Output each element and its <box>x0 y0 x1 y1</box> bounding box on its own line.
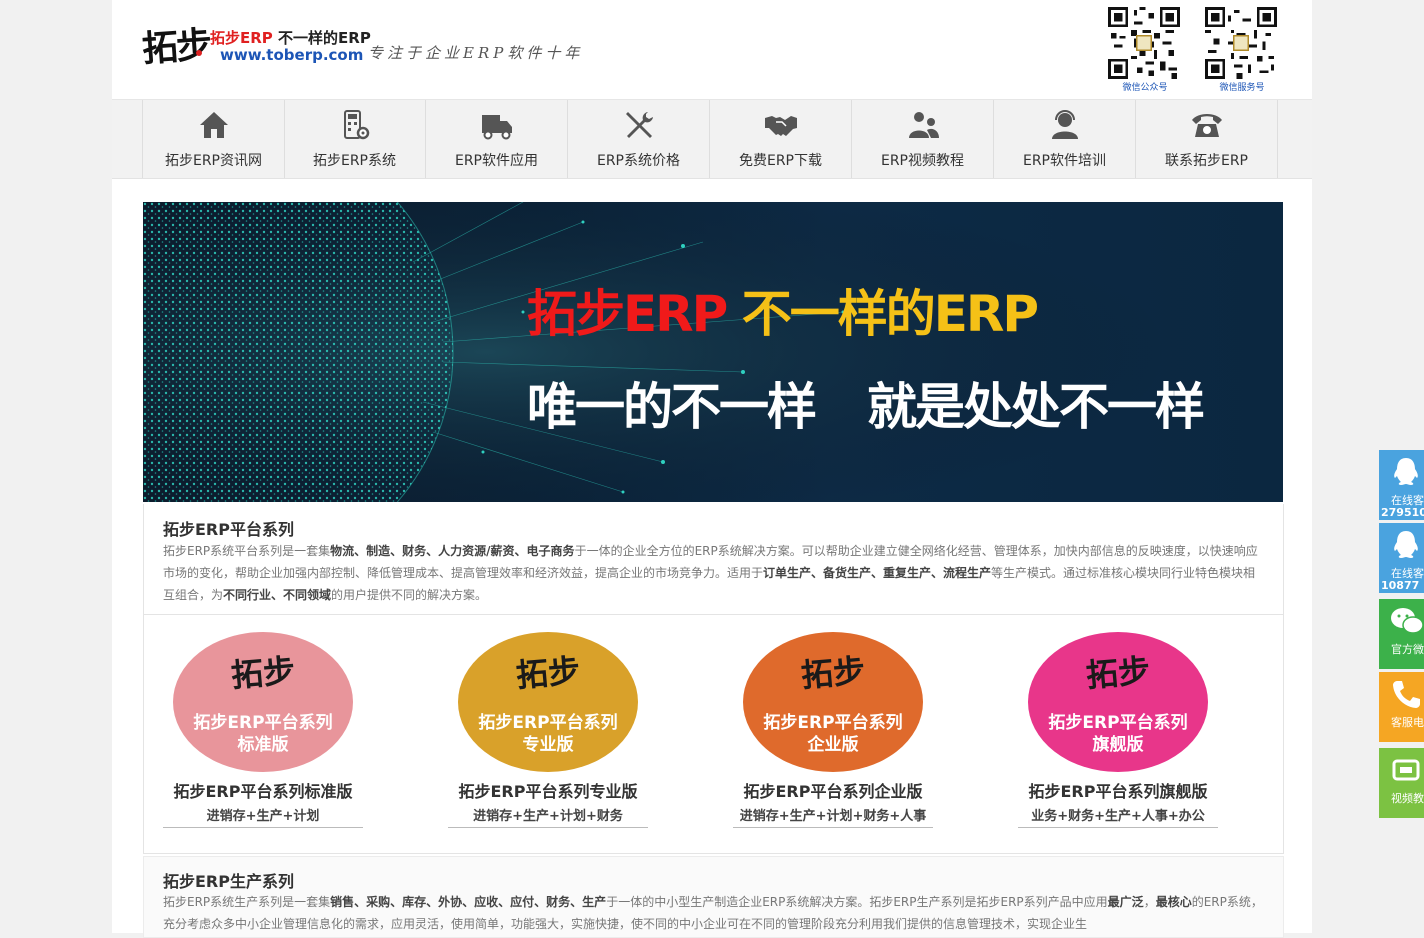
qq-icon <box>1394 531 1418 558</box>
float-qq-service-1[interactable]: 在线客 2795108 <box>1379 450 1424 520</box>
product-name[interactable]: 拓步ERP平台系列旗舰版 <box>1018 778 1218 802</box>
nav-label: ERP软件培训 <box>1022 153 1106 169</box>
handshake-icon <box>765 116 797 136</box>
brand-slogan-short: 不一样的ERP <box>272 29 371 47</box>
nav-label: 免费ERP下载 <box>738 153 822 169</box>
product-divider <box>448 827 648 828</box>
production-segment: 最广泛 <box>1107 895 1144 909</box>
brand-name: 拓步ERP <box>210 29 273 47</box>
qr-code-wechat-official <box>1108 7 1180 79</box>
float-service-phone[interactable]: 客服电 <box>1379 672 1424 742</box>
platform-series-title[interactable]: 拓步ERP平台系列 <box>163 516 294 540</box>
product-name[interactable]: 拓步ERP平台系列专业版 <box>448 778 648 802</box>
product-modules: 进销存+生产+计划+财务+人事 <box>739 809 927 824</box>
wechat-icon <box>1391 608 1423 634</box>
banner-sub-a: 唯一的不一样 <box>527 378 817 436</box>
nav-item-system[interactable]: 拓步ERP系统 <box>284 100 426 178</box>
platform-segment: 物流、制造、财务、人力资源/薪资、电子商务 <box>330 544 575 558</box>
nav-label: 拓步ERP系统 <box>312 153 396 169</box>
production-segment: 拓步ERP系统生产系列是一套集 <box>163 895 331 909</box>
site-header: 拓步 拓步ERP 不一样的ERP www.toberp.com 专注于企业ERP… <box>112 0 1312 100</box>
production-segment: 最核心 <box>1155 895 1192 909</box>
nav-item-news[interactable]: 拓步ERP资讯网 <box>142 100 285 178</box>
platform-series-description: 拓步ERP系统平台系列是一套集物流、制造、财务、人力资源/薪资、电子商务于一体的… <box>163 540 1263 606</box>
nav-label: 拓步ERP资讯网 <box>164 153 262 169</box>
nav-item-training[interactable]: ERP软件培训 <box>994 100 1136 178</box>
product-divider <box>1018 827 1218 828</box>
production-series-title[interactable]: 拓步ERP生产系列 <box>163 868 294 892</box>
production-segment: 于一体的中小型生产制造企业ERP系统解决方案。拓步ERP生产系列是拓步ERP系列… <box>606 895 1108 909</box>
platform-segment: 的用户提供不同的解决方案。 <box>331 588 488 602</box>
nav-item-application[interactable]: ERP软件应用 <box>426 100 568 178</box>
nav-item-video[interactable]: ERP视频教程 <box>852 100 994 178</box>
product-divider <box>163 827 363 828</box>
float-video-tutorial[interactable]: 视频教 <box>1379 748 1424 818</box>
page-container: 拓步 拓步ERP 不一样的ERP www.toberp.com 专注于企业ERP… <box>112 0 1312 938</box>
banner-subheadline: 唯一的不一样 就是处处不一样 <box>527 367 1205 439</box>
nav-label: ERP视频教程 <box>880 153 964 169</box>
logo-seal-dot <box>196 50 202 56</box>
telephone-icon <box>1192 114 1222 137</box>
platform-segment: 订单生产、备货生产、重复生产、流程生产 <box>763 566 992 580</box>
product-modules: 进销存+生产+计划+财务 <box>473 809 623 824</box>
video-icon <box>1392 759 1420 781</box>
qr-caption-service: 微信服务号 <box>1219 83 1265 93</box>
truck-icon <box>482 115 512 140</box>
product-badge[interactable]: 拓步 拓步ERP平台系列 标准版 <box>173 632 353 772</box>
product-badge-line2: 专业版 <box>522 735 574 755</box>
qr-caption-official: 微信公众号 <box>1122 83 1168 93</box>
particle-globe-graphic <box>143 202 1283 502</box>
product-badge[interactable]: 拓步 拓步ERP平台系列 企业版 <box>743 632 923 772</box>
calculator-gear-icon <box>344 110 370 140</box>
brand-tagline: 拓步ERP 不一样的ERP <box>210 27 371 48</box>
product-modules: 业务+财务+生产+人事+办公 <box>1031 809 1205 824</box>
home-icon <box>200 112 228 138</box>
headset-user-icon <box>1052 110 1078 139</box>
qq-icon <box>1394 458 1418 485</box>
product-badge[interactable]: 拓步 拓步ERP平台系列 专业版 <box>458 632 638 772</box>
hero-banner[interactable]: 拓步ERP 不一样的ERP 唯一的不一样 就是处处不一样 <box>143 202 1283 502</box>
product-badge[interactable]: 拓步 拓步ERP平台系列 旗舰版 <box>1028 632 1208 772</box>
nav-label: ERP软件应用 <box>454 153 538 169</box>
float-number: 2795108 <box>1381 506 1424 519</box>
users-icon <box>909 112 939 138</box>
float-number: 10877 <box>1381 579 1420 592</box>
product-name[interactable]: 拓步ERP平台系列标准版 <box>163 778 363 802</box>
tools-icon <box>626 112 653 138</box>
platform-segment: 拓步ERP系统平台系列是一套集 <box>163 544 331 558</box>
platform-segment: 不同行业、不同领域 <box>223 588 332 602</box>
banner-sub-b: 就是处处不一样 <box>867 378 1205 436</box>
header-slogan: 专注于企业ERP软件十年 <box>368 44 584 62</box>
banner-headline: 拓步ERP 不一样的ERP <box>527 274 1039 346</box>
qr-code-wechat-service <box>1205 7 1277 79</box>
production-series-description: 拓步ERP系统生产系列是一套集销售、采购、库存、外协、应收、应付、财务、生产于一… <box>163 891 1263 935</box>
float-qq-service-2[interactable]: 在线客 10877 <box>1379 523 1424 593</box>
product-name[interactable]: 拓步ERP平台系列企业版 <box>733 778 933 802</box>
nav-item-price[interactable]: ERP系统价格 <box>568 100 710 178</box>
logo-calligraphy[interactable]: 拓步 <box>140 16 212 73</box>
nav-item-download[interactable]: 免费ERP下载 <box>710 100 852 178</box>
product-modules: 进销存+生产+计划 <box>206 809 320 824</box>
product-divider <box>733 827 933 828</box>
float-label: 官方微 <box>1391 643 1424 656</box>
float-label: 视频教 <box>1391 792 1424 805</box>
float-label: 客服电 <box>1391 716 1424 729</box>
phone-icon <box>1393 681 1420 708</box>
brand-url[interactable]: www.toberp.com <box>220 46 363 64</box>
main-nav: 拓步ERP资讯网 拓步ERP系统 ERP软件应用 ERP系统价格 免费ERP下载… <box>112 100 1312 179</box>
nav-item-contact[interactable]: 联系拓步ERP <box>1136 100 1278 178</box>
banner-tagline: 不一样的ERP <box>741 285 1039 343</box>
nav-label: 联系拓步ERP <box>1164 153 1248 169</box>
banner-brand: 拓步ERP <box>527 285 728 343</box>
nav-label: ERP系统价格 <box>596 153 680 169</box>
float-wechat-official[interactable]: 官方微 <box>1379 599 1424 669</box>
product-badge-line2: 标准版 <box>237 735 289 755</box>
product-badge-line2: 旗舰版 <box>1092 735 1144 755</box>
product-badge-line2: 企业版 <box>807 735 859 755</box>
production-segment: ， <box>1143 895 1156 909</box>
production-segment: 销售、采购、库存、外协、应收、应付、财务、生产 <box>330 895 607 909</box>
